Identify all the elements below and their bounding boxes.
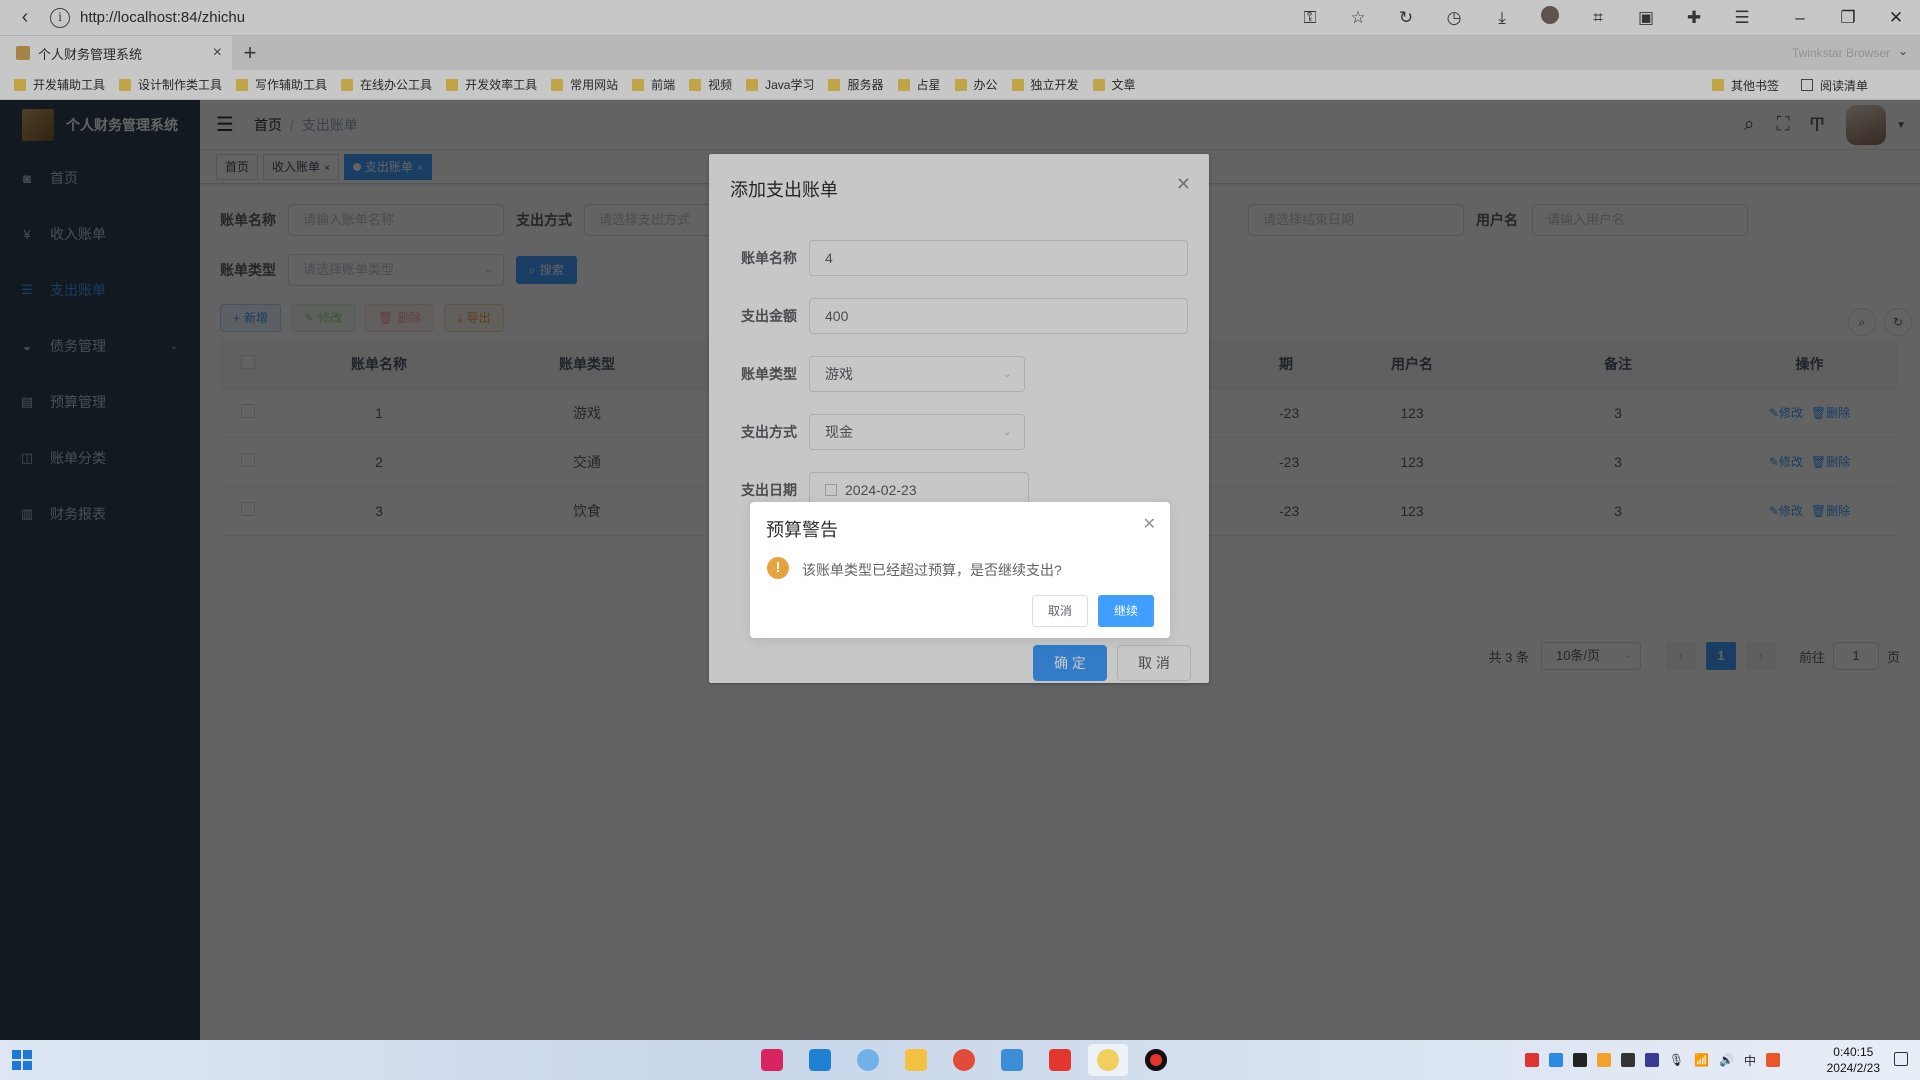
feishu-tray-icon[interactable] bbox=[1548, 1053, 1563, 1067]
recorder-icon[interactable] bbox=[1136, 1044, 1176, 1076]
ime-icon[interactable]: 中 bbox=[1744, 1052, 1756, 1069]
notification-icon[interactable] bbox=[1894, 1052, 1908, 1066]
windows-start-icon[interactable] bbox=[12, 1050, 32, 1070]
app-tray-icon[interactable] bbox=[1572, 1053, 1587, 1067]
notepad-icon[interactable] bbox=[992, 1044, 1032, 1076]
file-explorer-icon[interactable] bbox=[896, 1044, 936, 1076]
volume-icon[interactable]: 🔊 bbox=[1719, 1053, 1734, 1067]
wifi-icon[interactable]: 📶 bbox=[1694, 1053, 1709, 1067]
taskbar-clock[interactable]: 0:40:15 2024/2/23 bbox=[1827, 1044, 1880, 1076]
twinkstar-icon[interactable] bbox=[1088, 1044, 1128, 1076]
wps-icon[interactable] bbox=[1040, 1044, 1080, 1076]
intellij-icon[interactable] bbox=[752, 1044, 792, 1076]
app-tray-icon[interactable] bbox=[1644, 1053, 1659, 1067]
browser-app-icon[interactable] bbox=[848, 1044, 888, 1076]
app-tray-icon[interactable] bbox=[1766, 1053, 1780, 1067]
app-tray-icon[interactable] bbox=[1596, 1053, 1611, 1067]
clock-time: 0:40:15 bbox=[1833, 1045, 1874, 1059]
close-icon[interactable]: ✕ bbox=[1143, 514, 1156, 534]
microphone-icon[interactable]: 🎙 bbox=[1669, 1053, 1684, 1067]
warning-icon: ! bbox=[767, 557, 789, 579]
system-tray: 🎙 📶 🔊 中 bbox=[1524, 1040, 1780, 1080]
budget-warning-box: 预算警告 ✕ ! 该账单类型已经超过预算，是否继续支出? 取消 继续 bbox=[750, 502, 1170, 638]
app-tray-icon[interactable] bbox=[1620, 1053, 1635, 1067]
chrome-icon[interactable] bbox=[944, 1044, 984, 1076]
messagebox-continue-button[interactable]: 继续 bbox=[1098, 595, 1154, 627]
vscode-icon[interactable] bbox=[800, 1044, 840, 1076]
record-tray-icon[interactable] bbox=[1524, 1053, 1539, 1067]
taskbar: 🎙 📶 🔊 中 0:40:15 2024/2/23 bbox=[0, 1040, 1920, 1080]
messagebox-title: 预算警告 bbox=[766, 520, 838, 540]
clock-date: 2024/2/23 bbox=[1826, 1061, 1880, 1075]
messagebox-text: 该账单类型已经超过预算，是否继续支出? bbox=[802, 562, 1062, 578]
taskbar-apps bbox=[748, 1044, 1180, 1076]
messagebox-cancel-button[interactable]: 取消 bbox=[1032, 595, 1088, 627]
